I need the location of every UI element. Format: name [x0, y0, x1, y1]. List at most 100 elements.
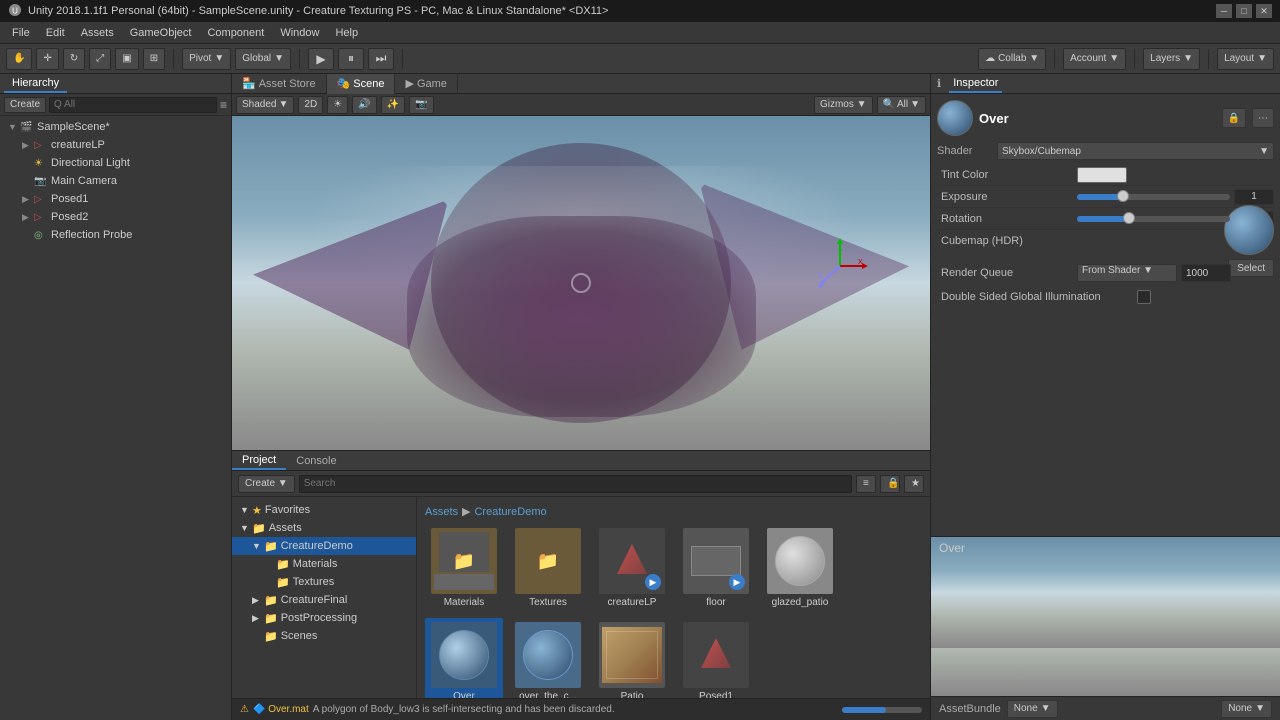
tree-scenes[interactable]: 📁 Scenes: [232, 627, 416, 645]
hierarchy-create-button[interactable]: Create: [4, 97, 46, 113]
rotation-slider-track[interactable]: [1077, 216, 1230, 222]
favorites-label: Favorites: [265, 504, 310, 516]
maximize-button[interactable]: □: [1236, 4, 1252, 18]
pivot-dropdown[interactable]: Pivot ▼: [182, 48, 231, 70]
exposure-slider-track[interactable]: [1077, 194, 1230, 200]
rotate-tool-button[interactable]: ↻: [63, 48, 85, 70]
shaded-dropdown[interactable]: Shaded ▼: [236, 96, 294, 114]
minimize-button[interactable]: ─: [1216, 4, 1232, 18]
pause-button[interactable]: ⏸: [338, 48, 364, 70]
global-label: Global: [242, 53, 271, 64]
tree-creaturedemo[interactable]: ▼ 📁 CreatureDemo: [232, 537, 416, 555]
tree-creaturefinal[interactable]: ▶ 📁 CreatureFinal: [232, 591, 416, 609]
rotation-slider-handle[interactable]: [1123, 212, 1135, 224]
asset-over-the-c[interactable]: over_the_c...: [509, 618, 587, 698]
hierarchy-sort-icon[interactable]: ≡: [220, 98, 227, 112]
exposure-number[interactable]: 1: [1234, 189, 1274, 205]
project-star-button[interactable]: ★: [904, 475, 924, 493]
tint-color-value: [1077, 167, 1274, 183]
lighting-button[interactable]: ☀: [327, 96, 348, 114]
menu-help[interactable]: Help: [327, 25, 366, 41]
asset-patio[interactable]: Patio: [593, 618, 671, 698]
move-tool-button[interactable]: ✛: [36, 48, 58, 70]
asset-creaturelp[interactable]: ▶ creatureLP: [593, 524, 671, 612]
hier-item-scene[interactable]: ▼ 🎬 SampleScene*: [0, 118, 231, 136]
menu-assets[interactable]: Assets: [73, 25, 122, 41]
inspector-more-button[interactable]: ⋯: [1252, 108, 1274, 128]
hier-item-posed2[interactable]: ▶ ▷ Posed2: [0, 208, 231, 226]
menu-gameobject[interactable]: GameObject: [122, 25, 200, 41]
2d-label: 2D: [304, 99, 317, 110]
search-all-dropdown[interactable]: 🔍 All ▼: [877, 96, 926, 114]
close-button[interactable]: ✕: [1256, 4, 1272, 18]
hier-item-posed1[interactable]: ▶ ▷ Posed1: [0, 190, 231, 208]
tab-scene[interactable]: 🎭 Scene: [327, 74, 396, 94]
tree-assets[interactable]: ▼ 📁 Assets: [232, 519, 416, 537]
global-dropdown[interactable]: Global ▼: [235, 48, 291, 70]
gizmos-dropdown[interactable]: Gizmos ▼: [814, 96, 873, 114]
tab-game[interactable]: ▶ Game: [395, 74, 457, 94]
tab-asset-store[interactable]: 🏪 Asset Store: [232, 74, 327, 94]
asset-textures[interactable]: 📁 Textures: [509, 524, 587, 612]
project-create-button[interactable]: Create ▼: [238, 475, 295, 493]
hierarchy-search-input[interactable]: [49, 97, 217, 113]
asset-bundle-dropdown[interactable]: None ▼: [1007, 700, 1058, 718]
audio-button[interactable]: 🔊: [352, 96, 376, 114]
hier-item-reflectionprobe[interactable]: ◎ Reflection Probe: [0, 226, 231, 244]
hier-item-creaturelp[interactable]: ▶ ▷ creatureLP: [0, 136, 231, 154]
asset-glazed-patio[interactable]: glazed_patio: [761, 524, 839, 612]
tint-color-swatch[interactable]: [1077, 167, 1127, 183]
scene-viewport[interactable]: Y X Z: [232, 116, 930, 450]
account-dropdown[interactable]: Account ▼: [1063, 48, 1126, 70]
asset-floor[interactable]: ▶ floor: [677, 524, 755, 612]
layout-dropdown[interactable]: Layout ▼: [1217, 48, 1274, 70]
project-lock-button[interactable]: 🔒: [880, 475, 900, 493]
effects-button[interactable]: ✨: [381, 96, 405, 114]
cubemap-select-button[interactable]: Select: [1228, 259, 1274, 277]
collab-button[interactable]: ☁ Collab ▼: [978, 48, 1046, 70]
tab-project[interactable]: Project: [232, 452, 286, 470]
inspector-lock-button[interactable]: 🔒: [1222, 108, 1246, 128]
exposure-slider-handle[interactable]: [1117, 190, 1129, 202]
tree-postprocessing[interactable]: ▶ 📁 PostProcessing: [232, 609, 416, 627]
menu-window[interactable]: Window: [272, 25, 327, 41]
inspector-tab[interactable]: Inspector: [949, 75, 1002, 93]
double-sided-label: Double Sided Global Illumination: [937, 291, 1137, 303]
breadcrumb-assets[interactable]: Assets: [425, 506, 458, 518]
transform-tool-button[interactable]: ⊞: [143, 48, 165, 70]
hier-item-directionallight[interactable]: ☀ Directional Light: [0, 154, 231, 172]
menu-file[interactable]: File: [4, 25, 38, 41]
breadcrumb-creaturedemo[interactable]: CreatureDemo: [474, 506, 546, 518]
project-search-input[interactable]: [299, 475, 852, 493]
menu-component[interactable]: Component: [199, 25, 272, 41]
asset-posed1[interactable]: Posed1: [677, 618, 755, 698]
toolbar-separator-1: [173, 49, 174, 69]
step-button[interactable]: ⏭: [368, 48, 394, 70]
hand-tool-button[interactable]: ✋: [6, 48, 32, 70]
shader-dropdown[interactable]: Skybox/Cubemap ▼: [997, 142, 1274, 160]
tab-console[interactable]: Console: [286, 453, 346, 469]
hier-icon-posed2: ▷: [34, 212, 48, 223]
rect-tool-button[interactable]: ▣: [115, 48, 138, 70]
hierarchy-tab[interactable]: Hierarchy: [4, 75, 67, 93]
layers-dropdown[interactable]: Layers ▼: [1143, 48, 1200, 70]
asset-over[interactable]: Over: [425, 618, 503, 698]
project-filter-button[interactable]: ≡: [856, 475, 876, 493]
play-button[interactable]: ▶: [308, 48, 334, 70]
hier-label-scene: SampleScene*: [37, 121, 110, 133]
scene-camera-button[interactable]: 📷: [409, 96, 433, 114]
over-label: Over: [453, 691, 475, 698]
asset-materials[interactable]: 📁 Materials: [425, 524, 503, 612]
hier-item-maincamera[interactable]: 📷 Main Camera: [0, 172, 231, 190]
cubemap-row: Cubemap (HDR) Select: [937, 230, 1274, 252]
tree-materials[interactable]: 📁 Materials: [232, 555, 416, 573]
tint-color-label: Tint Color: [937, 169, 1077, 181]
tree-favorites[interactable]: ▼ ★ Favorites: [232, 501, 416, 519]
asset-bundle-variant-dropdown[interactable]: None ▼: [1221, 700, 1272, 718]
scale-tool-button[interactable]: ⤢: [89, 48, 111, 70]
double-sided-checkbox[interactable]: [1137, 290, 1151, 304]
render-queue-dropdown[interactable]: From Shader ▼: [1077, 264, 1177, 282]
tree-textures[interactable]: 📁 Textures: [232, 573, 416, 591]
2d-button[interactable]: 2D: [298, 96, 323, 114]
menu-edit[interactable]: Edit: [38, 25, 73, 41]
